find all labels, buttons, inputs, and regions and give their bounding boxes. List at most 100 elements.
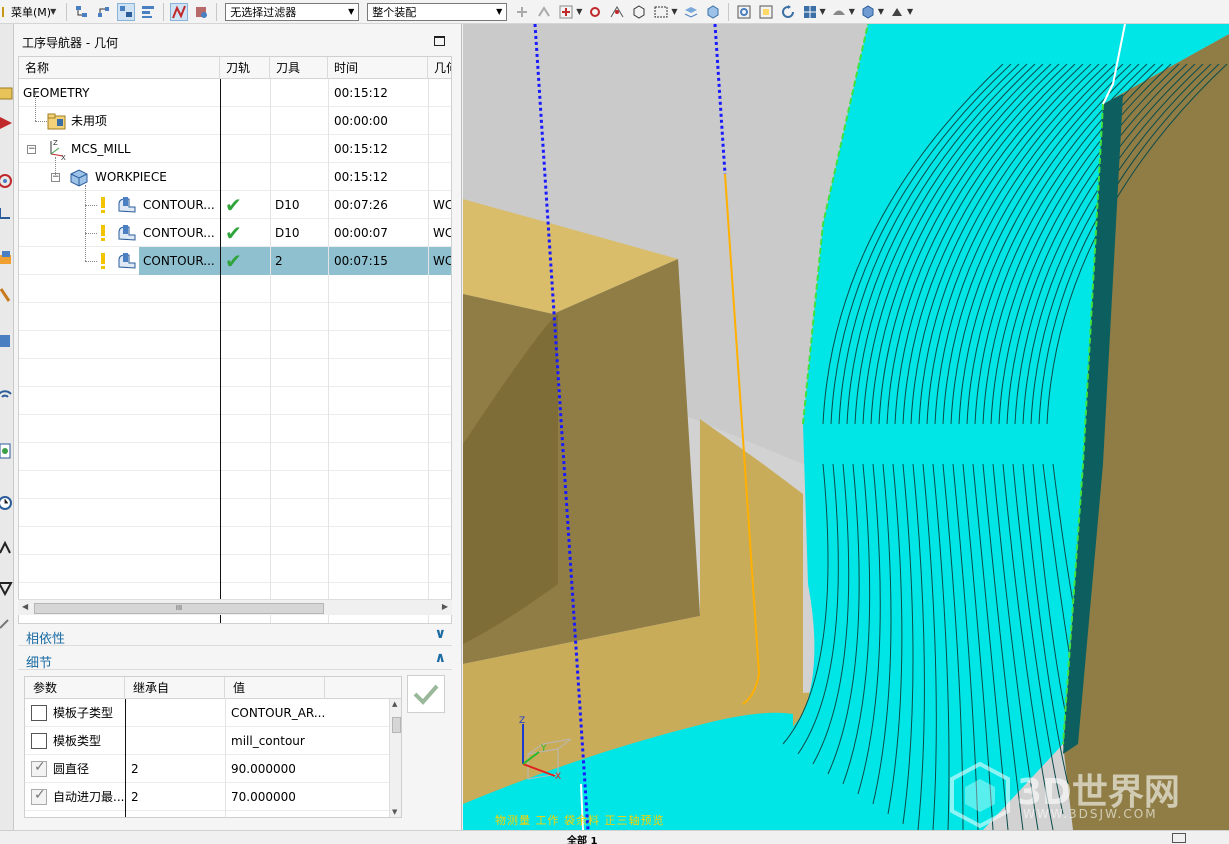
endpoint-snap-icon[interactable] <box>586 3 604 21</box>
edge-display-icon[interactable] <box>888 3 906 21</box>
shaded-view-icon[interactable] <box>859 3 877 21</box>
details-row[interactable]: 模板子类型 CONTOUR_AR... <box>25 699 389 727</box>
scroll-up-icon[interactable]: ▲ <box>392 700 397 708</box>
details-vertical-scrollbar[interactable]: ▲ ▼ <box>389 699 401 817</box>
scroll-down-icon[interactable]: ▼ <box>392 808 397 816</box>
svg-text:X: X <box>61 154 66 160</box>
details-header-blank <box>325 677 401 699</box>
geometry-view-icon[interactable] <box>117 2 136 21</box>
scroll-left-icon[interactable]: ◀ <box>22 602 28 611</box>
wifi-tab-icon[interactable] <box>0 386 13 404</box>
snap-point-icon[interactable] <box>513 3 531 21</box>
render-style-icon[interactable] <box>830 3 848 21</box>
snap-feature-icon[interactable] <box>535 3 553 21</box>
wrench-tab-icon[interactable] <box>0 614 13 632</box>
column-header-time[interactable]: 时间 <box>328 57 428 79</box>
scroll-right-icon[interactable]: ▶ <box>442 602 448 611</box>
details-row[interactable]: 模板类型 mill_contour <box>25 727 389 755</box>
tool-tab-icon[interactable] <box>0 286 13 304</box>
toolbar-separator <box>163 2 165 21</box>
tree-row-operation-3[interactable]: CONTOUR... ✔ 2 00:07:15 WC <box>19 247 451 275</box>
row-time: 00:15:12 <box>334 142 388 156</box>
menu-button[interactable]: 菜单(M) ▼ <box>0 2 62 22</box>
tree-row-operation-2[interactable]: CONTOUR... ✔ D10 00:00:07 WC <box>19 219 451 247</box>
full-screen-icon[interactable] <box>1172 833 1186 843</box>
generate-toolpath-icon[interactable] <box>170 2 189 21</box>
workpiece-tab-icon[interactable] <box>0 249 13 267</box>
chevron-down-icon[interactable]: ▼ <box>907 7 913 16</box>
row-checkbox[interactable] <box>31 787 47 805</box>
chevron-down-icon[interactable]: ▼ <box>820 7 826 16</box>
chevron-down-icon[interactable]: ▼ <box>671 7 677 16</box>
assembly-scope-select[interactable]: 整个装配 ▼ <box>367 2 508 21</box>
apply-button[interactable] <box>407 675 445 713</box>
point-dialog-icon[interactable] <box>557 3 575 21</box>
details-row[interactable]: 圆直径 2 90.000000 <box>25 755 389 783</box>
program-order-view-icon[interactable] <box>73 3 91 21</box>
zoom-view-icon[interactable] <box>757 3 775 21</box>
solid-icon[interactable] <box>704 3 722 21</box>
empty-row <box>19 555 451 583</box>
column-header-toolpath[interactable]: 刀轨 <box>220 57 270 79</box>
tree-row-geometry[interactable]: GEOMETRY 00:15:12 <box>19 79 451 107</box>
chevron-down-icon[interactable]: ▼ <box>849 7 855 16</box>
chevron-down-icon[interactable]: ▼ <box>576 7 582 16</box>
machining-method-view-icon[interactable] <box>139 3 157 21</box>
orient-view-icon[interactable] <box>801 3 819 21</box>
red-triangle-tab-icon[interactable] <box>0 114 13 132</box>
fit-view-icon[interactable] <box>735 3 753 21</box>
details-header-value[interactable]: 值 <box>225 677 325 699</box>
row-time: 00:07:15 <box>334 254 388 268</box>
graphics-viewport[interactable]: Z X Y 物测量 工作 袋余料 正三轴预览 3D世界网 WWW.3DSJW.C… <box>463 24 1229 830</box>
empty-row <box>19 275 451 303</box>
toolbar-separator <box>727 2 729 21</box>
tree-row-operation-1[interactable]: CONTOUR... ✔ D10 00:07:26 WC <box>19 191 451 219</box>
row-checkbox[interactable] <box>31 733 47 749</box>
details-param: 模板子类型 <box>53 706 114 720</box>
tree-connector <box>35 93 36 121</box>
rotate-view-icon[interactable] <box>779 3 797 21</box>
details-header-inherited[interactable]: 继承自 <box>125 677 225 699</box>
details-header-param[interactable]: 参数 <box>25 677 125 699</box>
palette-tab-icon[interactable] <box>0 579 13 597</box>
details-section-header[interactable]: 细节 ∧ <box>18 648 452 671</box>
axis-tab-icon[interactable] <box>0 204 13 222</box>
details-row[interactable]: 自动进刀最... 2 70.000000 <box>25 783 389 811</box>
collapse-icon[interactable]: − <box>27 145 36 154</box>
tree-row-mcs-mill[interactable]: − ZX MCS_MILL 00:15:12 <box>19 135 451 163</box>
row-checkbox[interactable] <box>31 705 47 721</box>
column-header-name[interactable]: 名称 <box>19 57 220 79</box>
warning-icon <box>99 196 107 217</box>
maximize-icon[interactable] <box>434 36 445 46</box>
scroll-thumb[interactable] <box>392 717 401 733</box>
history-tab-icon[interactable] <box>0 332 13 350</box>
chevron-up-icon[interactable]: ∧ <box>435 650 446 666</box>
horizontal-scrollbar[interactable]: ◀ III ▶ <box>18 599 452 615</box>
selection-filter-select[interactable]: 无选择过滤器 ▼ <box>225 2 360 21</box>
row-checkbox[interactable] <box>31 759 47 777</box>
clock-tab-icon[interactable] <box>0 494 13 512</box>
row-name: WORKPIECE <box>95 170 167 184</box>
column-divider <box>270 79 271 623</box>
midpoint-snap-icon[interactable] <box>608 3 626 21</box>
chevron-down-icon[interactable]: ∨ <box>435 626 446 642</box>
chevron-down-icon[interactable]: ▼ <box>878 7 884 16</box>
empty-row <box>19 443 451 471</box>
target-tab-icon[interactable] <box>0 172 13 190</box>
tree-row-workpiece[interactable]: − WORKPIECE 00:15:12 <box>19 163 451 191</box>
row-name: 未用项 <box>71 114 108 128</box>
tree-row-unused[interactable]: 未用项 00:00:00 <box>19 107 451 135</box>
column-header-geometry[interactable]: 几何 <box>428 57 451 79</box>
folder-tab-icon[interactable] <box>0 84 13 102</box>
machine-tool-view-icon[interactable] <box>95 3 113 21</box>
scroll-thumb[interactable]: III <box>34 603 324 614</box>
hexagon-snap-icon[interactable] <box>630 3 648 21</box>
dependencies-section-header[interactable]: 相依性 ∨ <box>18 624 452 647</box>
verify-toolpath-icon[interactable] <box>192 3 210 21</box>
roles-tab-icon[interactable] <box>0 539 13 557</box>
box-select-icon[interactable] <box>652 3 670 21</box>
toolpath-ok-icon: ✔ <box>225 221 242 245</box>
document-tab-icon[interactable] <box>0 442 13 460</box>
column-header-tool[interactable]: 刀具 <box>270 57 328 79</box>
layer-icon[interactable] <box>682 3 700 21</box>
